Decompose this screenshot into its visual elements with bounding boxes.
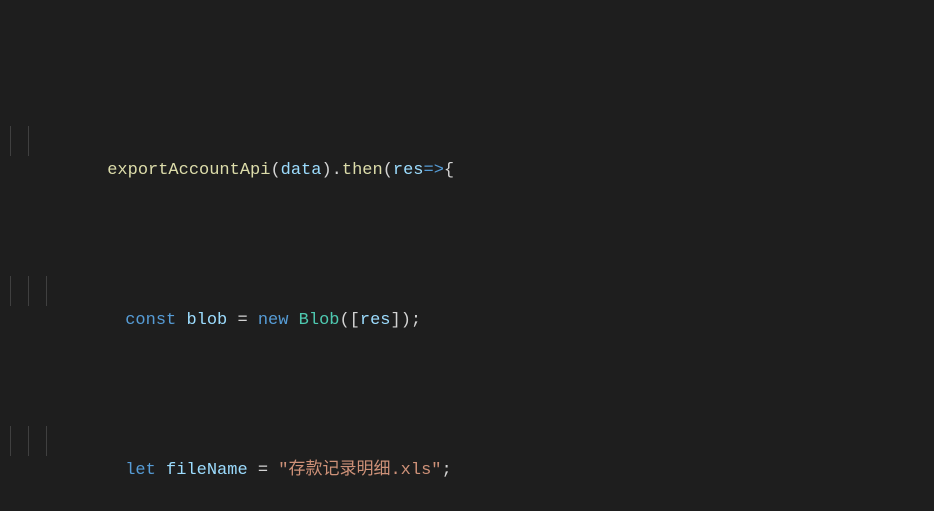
token-class: Blob — [299, 311, 340, 330]
token-var: blob — [186, 311, 227, 330]
token-var: res — [393, 161, 424, 180]
token-function: exportAccountApi — [107, 161, 270, 180]
token-var: data — [281, 161, 322, 180]
code-line[interactable]: const blob = new Blob([res]); — [0, 276, 934, 306]
token-keyword: new — [258, 311, 289, 330]
token-var: fileName — [166, 461, 248, 480]
code-editor[interactable]: exportAccountApi(data).then(res=>{ const… — [0, 0, 934, 511]
code-line[interactable]: let fileName = "存款记录明细.xls"; — [0, 426, 934, 456]
token-keyword: let — [125, 461, 156, 480]
code-line[interactable]: exportAccountApi(data).then(res=>{ — [0, 126, 934, 156]
token-string: "存款记录明细.xls" — [278, 461, 441, 480]
token-var: res — [360, 311, 391, 330]
token-keyword: const — [125, 311, 176, 330]
token-function: then — [342, 161, 383, 180]
